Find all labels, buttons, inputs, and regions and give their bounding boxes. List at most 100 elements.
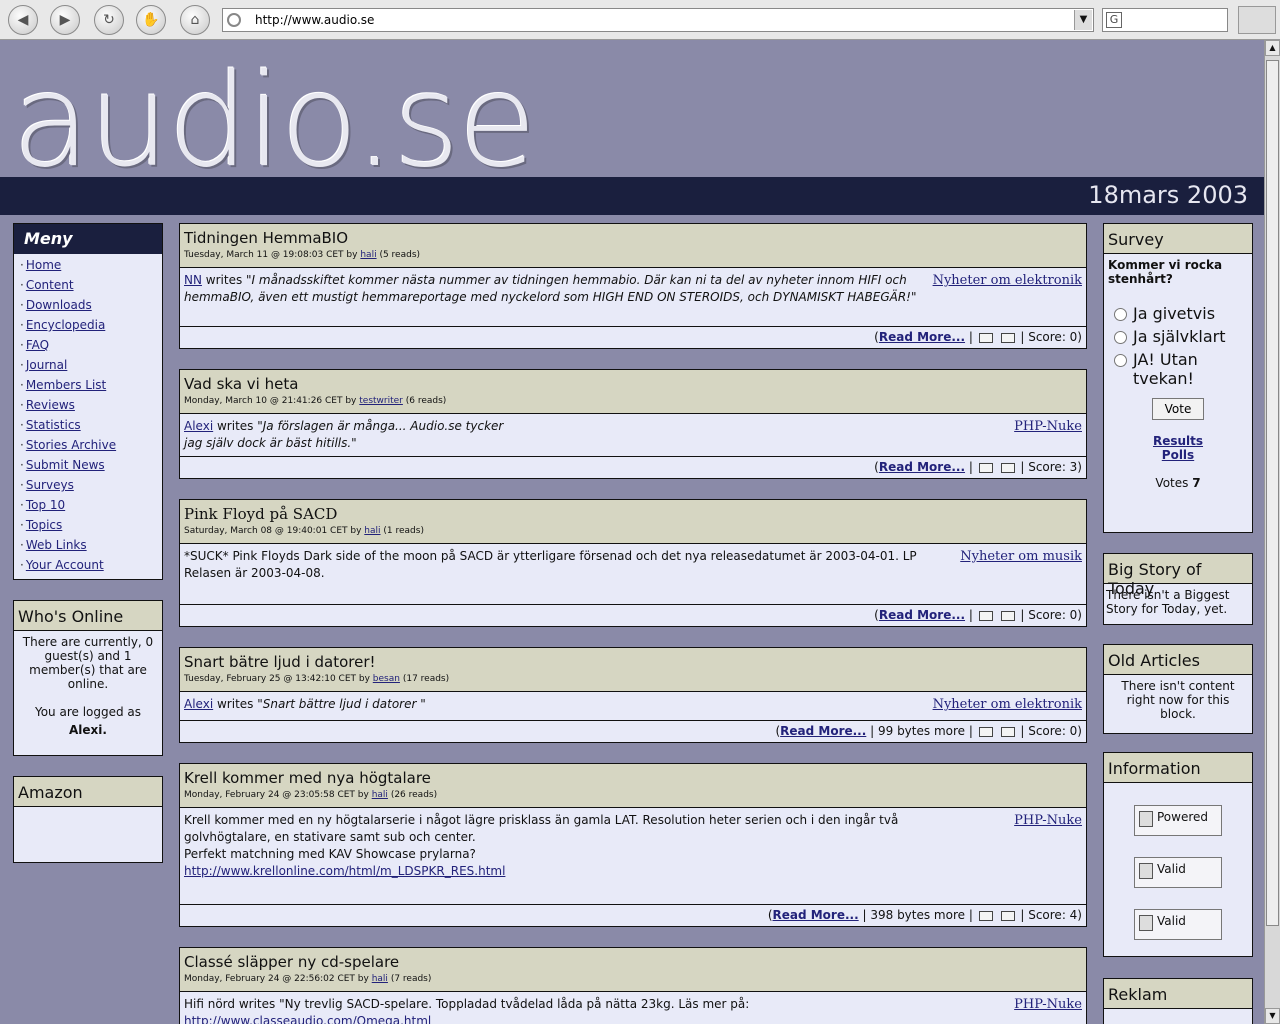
powered-badge[interactable]: Powered [1134, 805, 1222, 836]
url-input[interactable] [253, 11, 1073, 29]
vote-button[interactable]: Vote [1152, 398, 1204, 420]
menu-item[interactable]: Reviews [20, 398, 162, 418]
reload-icon[interactable]: ↻ [94, 5, 124, 35]
polls-link[interactable]: Polls [1162, 448, 1194, 462]
menu-item[interactable]: Your Account [20, 558, 162, 578]
menu-link-home[interactable]: Home [26, 258, 61, 272]
url-bar[interactable]: ▼ [222, 8, 1094, 32]
menu-item[interactable]: Submit News [20, 458, 162, 478]
read-more-link[interactable]: Read More... [879, 330, 965, 344]
survey-option[interactable]: Ja självklart [1114, 327, 1252, 346]
scroll-thumb[interactable] [1266, 60, 1279, 926]
author-link[interactable]: hali [372, 790, 388, 800]
menu-item[interactable]: Members List [20, 378, 162, 398]
writer-link[interactable]: Alexi [184, 419, 213, 433]
read-more-link[interactable]: Read More... [780, 724, 866, 738]
valid-html-badge[interactable]: Valid [1134, 857, 1222, 888]
menu-link-reviews[interactable]: Reviews [26, 398, 75, 412]
article-quote: "Snart bättre ljud i datorer " [257, 697, 426, 711]
print-icon[interactable] [978, 332, 993, 343]
topic-link[interactable]: PHP-Nuke [1014, 996, 1082, 1013]
scroll-up-icon[interactable]: ▲ [1265, 40, 1280, 56]
menu-item[interactable]: Downloads [20, 298, 162, 318]
article-url-link[interactable]: http://www.krellonline.com/html/m_LDSPKR… [184, 864, 505, 878]
forward-icon[interactable]: ▶ [50, 5, 80, 35]
survey-option[interactable]: JA! Utan tvekan! [1114, 350, 1252, 388]
menu-item[interactable]: Stories Archive [20, 438, 162, 458]
author-link[interactable]: besan [373, 674, 400, 684]
topic-link[interactable]: PHP-Nuke [1014, 812, 1082, 829]
menu-link-members[interactable]: Members List [26, 378, 106, 392]
menu-link-encyclopedia[interactable]: Encyclopedia [26, 318, 105, 332]
menu-link-downloads[interactable]: Downloads [26, 298, 92, 312]
menu-item[interactable]: Web Links [20, 538, 162, 558]
url-dropdown-icon[interactable]: ▼ [1074, 10, 1092, 30]
print-icon[interactable] [978, 910, 993, 921]
search-box[interactable]: G [1102, 8, 1228, 32]
menu-item[interactable]: Journal [20, 358, 162, 378]
topic-link[interactable]: Nyheter om musik [960, 548, 1082, 565]
author-link[interactable]: hali [360, 250, 376, 260]
menu-link-statistics[interactable]: Statistics [26, 418, 81, 432]
menu-link-content[interactable]: Content [26, 278, 74, 292]
article: Pink Floyd på SACD Saturday, March 08 @ … [179, 499, 1087, 627]
valid-css-badge[interactable]: Valid [1134, 909, 1222, 940]
email-icon[interactable] [1000, 332, 1015, 343]
article-url-link[interactable]: http://www.classeaudio.com/Omega.html [184, 1014, 431, 1024]
article-reads: (1 reads) [383, 526, 424, 536]
survey-option[interactable]: Ja givetvis [1114, 304, 1252, 323]
email-icon[interactable] [1000, 726, 1015, 737]
back-icon[interactable]: ◀ [8, 5, 38, 35]
read-more-link[interactable]: Read More... [879, 460, 965, 474]
survey-radio[interactable] [1114, 331, 1127, 344]
article-text: Hifi nörd writes "Ny trevlig SACD-spelar… [184, 997, 750, 1011]
window-button[interactable] [1238, 6, 1276, 34]
menu-item[interactable]: Content [20, 278, 162, 298]
scrollbar[interactable]: ▲ ▼ [1264, 40, 1280, 1024]
results-link[interactable]: Results [1153, 434, 1203, 448]
whos-online-title: Who's Online [14, 601, 162, 631]
author-link[interactable]: testwriter [359, 396, 403, 406]
email-icon[interactable] [1000, 610, 1015, 621]
writer-link[interactable]: Alexi [184, 697, 213, 711]
menu-link-journal[interactable]: Journal [26, 358, 68, 372]
menu-link-your-account[interactable]: Your Account [26, 558, 104, 572]
menu-item[interactable]: Top 10 [20, 498, 162, 518]
stop-icon[interactable]: ✋ [136, 5, 166, 35]
topic-link[interactable]: Nyheter om elektronik [933, 272, 1082, 289]
writer-link[interactable]: NN [184, 273, 202, 287]
email-icon[interactable] [1000, 910, 1015, 921]
menu-item[interactable]: FAQ [20, 338, 162, 358]
topic-link[interactable]: PHP-Nuke [1014, 418, 1082, 435]
menu-item[interactable]: Statistics [20, 418, 162, 438]
site-logo[interactable]: audio.se [12, 52, 537, 192]
print-icon[interactable] [978, 726, 993, 737]
author-link[interactable]: hali [372, 974, 388, 984]
home-icon[interactable]: ⌂ [180, 5, 210, 35]
menu-item[interactable]: Surveys [20, 478, 162, 498]
bytes-more: 398 bytes more [870, 908, 966, 922]
read-more-link[interactable]: Read More... [879, 608, 965, 622]
menu-item[interactable]: Topics [20, 518, 162, 538]
topic-link[interactable]: Nyheter om elektronik [933, 696, 1082, 713]
print-icon[interactable] [978, 462, 993, 473]
menu-link-surveys[interactable]: Surveys [26, 478, 74, 492]
email-icon[interactable] [1000, 462, 1015, 473]
menu-link-web-links[interactable]: Web Links [26, 538, 87, 552]
menu-item[interactable]: Encyclopedia [20, 318, 162, 338]
menu-link-topics[interactable]: Topics [26, 518, 62, 532]
menu-link-faq[interactable]: FAQ [26, 338, 49, 352]
menu-item[interactable]: Home [20, 258, 162, 278]
survey-radio[interactable] [1114, 354, 1127, 367]
menu-link-stories-archive[interactable]: Stories Archive [26, 438, 116, 452]
scroll-down-icon[interactable]: ▼ [1265, 1008, 1280, 1024]
menu-link-submit-news[interactable]: Submit News [26, 458, 105, 472]
print-icon[interactable] [978, 610, 993, 621]
survey-radio[interactable] [1114, 308, 1127, 321]
old-articles-title: Old Articles [1104, 645, 1252, 675]
author-link[interactable]: hali [364, 526, 380, 536]
read-more-link[interactable]: Read More... [773, 908, 859, 922]
reklam-title: Reklam [1104, 979, 1252, 1009]
image-icon [1139, 863, 1153, 879]
menu-link-top10[interactable]: Top 10 [26, 498, 65, 512]
